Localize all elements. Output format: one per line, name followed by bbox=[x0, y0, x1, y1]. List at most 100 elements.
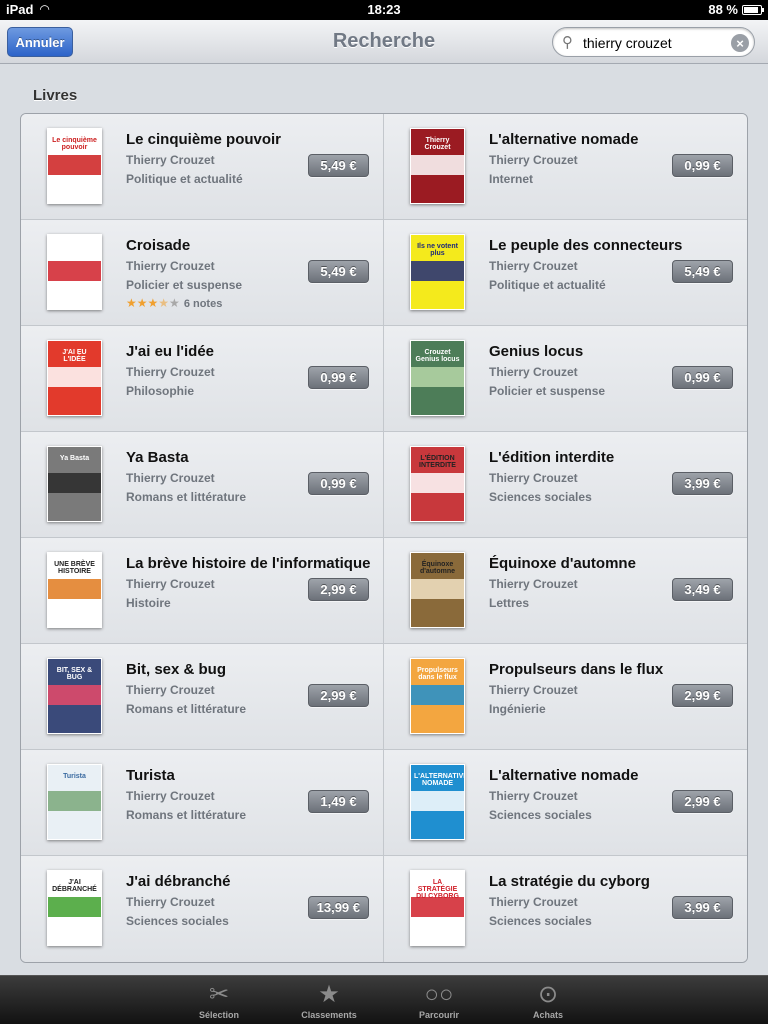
price-button[interactable]: 0,99 € bbox=[308, 366, 369, 389]
book-cover[interactable]: Propulseurs dans le flux bbox=[410, 658, 465, 734]
book-author: Thierry Crouzet bbox=[489, 365, 578, 379]
cover-text: Crouzet Genius locus bbox=[415, 349, 460, 363]
tab-classements[interactable]: ★ Classements bbox=[284, 976, 374, 1024]
book-title: L'alternative nomade bbox=[489, 767, 639, 784]
cover-band bbox=[48, 897, 101, 917]
price-button[interactable]: 2,99 € bbox=[672, 684, 733, 707]
search-input[interactable]: ⚲ thierry crouzet × bbox=[552, 27, 755, 57]
book-item[interactable]: Équinoxe d'automne Équinoxe d'automne Thie… bbox=[384, 538, 747, 644]
price-button[interactable]: 2,99 € bbox=[308, 684, 369, 707]
cover-band bbox=[48, 579, 101, 599]
tab-label: Achats bbox=[532, 1010, 563, 1020]
rating-half-star-icon: ★ bbox=[158, 296, 170, 310]
book-item[interactable]: Ya Basta Ya Basta Thierry Crouzet Romans et… bbox=[21, 432, 384, 538]
book-author: Thierry Crouzet bbox=[126, 153, 215, 167]
book-author: Thierry Crouzet bbox=[489, 577, 578, 591]
book-cover[interactable]: Turista bbox=[47, 764, 102, 840]
tab-parcourir[interactable]: ○○ Parcourir bbox=[394, 976, 484, 1024]
book-author: Thierry Crouzet bbox=[489, 789, 578, 803]
status-bar: iPad ◠ 18:23 88 % bbox=[0, 0, 768, 20]
book-cover[interactable]: BIT, SEX & BUG bbox=[47, 658, 102, 734]
book-category: Sciences sociales bbox=[489, 490, 592, 504]
book-category: Philosophie bbox=[126, 384, 195, 398]
book-cover[interactable]: Équinoxe d'automne bbox=[410, 552, 465, 628]
book-author: Thierry Crouzet bbox=[489, 471, 578, 485]
cover-band bbox=[48, 367, 101, 387]
rating: ★★★★★ 6 notes bbox=[126, 296, 222, 310]
price-button[interactable]: 3,99 € bbox=[672, 472, 733, 495]
book-cover[interactable]: J'AI EU L'IDÉE bbox=[47, 340, 102, 416]
book-item[interactable]: BIT, SEX & BUG Bit, sex & bug Thierry Crou… bbox=[21, 644, 384, 750]
book-grid: Le cinquième pouvoir Le cinquième pouvoir… bbox=[21, 114, 747, 962]
cover-band bbox=[411, 367, 464, 387]
cover-band bbox=[48, 261, 101, 281]
price-button[interactable]: 3,99 € bbox=[672, 896, 733, 919]
price-button[interactable]: 2,99 € bbox=[672, 790, 733, 813]
book-author: Thierry Crouzet bbox=[489, 153, 578, 167]
book-item[interactable]: Thierry Crouzet L'alternative nomade Thier… bbox=[384, 114, 747, 220]
book-title: Le peuple des connecteurs bbox=[489, 237, 683, 254]
price-button[interactable]: 0,99 € bbox=[308, 472, 369, 495]
tab-label: Sélection bbox=[198, 1010, 239, 1020]
book-cover[interactable]: CROISADE bbox=[47, 234, 102, 310]
book-title: Propulseurs dans le flux bbox=[489, 661, 664, 678]
book-item[interactable]: Propulseurs dans le flux Propulseurs dans… bbox=[384, 644, 747, 750]
book-item[interactable]: J'AI DÉBRANCHÉ J'ai débranché Thierry Crou… bbox=[21, 856, 384, 962]
book-item[interactable]: Le cinquième pouvoir Le cinquième pouvoir… bbox=[21, 114, 384, 220]
book-item[interactable]: LA STRATÉGIE DU CYBORG La stratégie du cy… bbox=[384, 856, 747, 962]
price-button[interactable]: 3,49 € bbox=[672, 578, 733, 601]
book-cover[interactable]: Ya Basta bbox=[47, 446, 102, 522]
book-item[interactable]: L'ALTERNATIVE NOMADE L'alternative nomade… bbox=[384, 750, 747, 856]
results-panel: Le cinquième pouvoir Le cinquième pouvoir… bbox=[20, 113, 748, 963]
book-title: L'édition interdite bbox=[489, 449, 615, 466]
price-button[interactable]: 5,49 € bbox=[672, 260, 733, 283]
book-title: La brève histoire de l'informatique bbox=[126, 555, 371, 572]
price-button[interactable]: 13,99 € bbox=[307, 896, 369, 919]
cover-band bbox=[48, 473, 101, 493]
price-button[interactable]: 0,99 € bbox=[672, 366, 733, 389]
battery-icon bbox=[742, 5, 764, 15]
book-category: Histoire bbox=[126, 596, 171, 610]
book-item[interactable]: CROISADE Croisade Thierry Crouzet Policier … bbox=[21, 220, 384, 326]
book-cover[interactable]: Ils ne votent plus bbox=[410, 234, 465, 310]
book-item[interactable]: J'AI EU L'IDÉE J'ai eu l'idée Thierry Crou… bbox=[21, 326, 384, 432]
book-cover[interactable]: Le cinquième pouvoir bbox=[47, 128, 102, 204]
tab-achats[interactable]: ⊙ Achats bbox=[503, 976, 593, 1024]
selection-icon: ✂ bbox=[208, 981, 230, 1008]
book-cover[interactable]: UNE BRÈVE HISTOIRE bbox=[47, 552, 102, 628]
price-button[interactable]: 5,49 € bbox=[308, 260, 369, 283]
cover-band bbox=[411, 685, 464, 705]
book-category: Internet bbox=[489, 172, 534, 186]
book-item[interactable]: L'ÉDITION INTERDITE L'édition interdite Th… bbox=[384, 432, 747, 538]
price-button[interactable]: 2,99 € bbox=[308, 578, 369, 601]
book-cover[interactable]: L'ALTERNATIVE NOMADE bbox=[410, 764, 465, 840]
tab-selection[interactable]: ✂ Sélection bbox=[174, 976, 264, 1024]
book-category: Politique et actualité bbox=[489, 278, 606, 292]
rating-count: 6 notes bbox=[183, 298, 223, 310]
book-item[interactable]: Turista Turista Thierry Crouzet Romans et l… bbox=[21, 750, 384, 856]
book-title: J'ai eu l'idée bbox=[126, 343, 215, 360]
book-title: Bit, sex & bug bbox=[126, 661, 227, 678]
book-author: Thierry Crouzet bbox=[126, 683, 215, 697]
cover-text: Ya Basta bbox=[59, 455, 90, 462]
book-cover[interactable]: LA STRATÉGIE DU CYBORG bbox=[410, 870, 465, 946]
price-button[interactable]: 5,49 € bbox=[308, 154, 369, 177]
cover-band bbox=[411, 261, 464, 281]
price-button[interactable]: 1,49 € bbox=[308, 790, 369, 813]
cover-band bbox=[411, 473, 464, 493]
price-button[interactable]: 0,99 € bbox=[672, 154, 733, 177]
book-item[interactable]: Crouzet Genius locus Genius locus Thierry … bbox=[384, 326, 747, 432]
book-author: Thierry Crouzet bbox=[489, 683, 578, 697]
book-author: Thierry Crouzet bbox=[126, 789, 215, 803]
tab-label: Classements bbox=[301, 1010, 357, 1020]
book-item[interactable]: Ils ne votent plus Le peuple des connecte… bbox=[384, 220, 747, 326]
clock: 18:23 bbox=[367, 2, 401, 17]
book-item[interactable]: UNE BRÈVE HISTOIRE La brève histoire de l… bbox=[21, 538, 384, 644]
clear-search-icon[interactable]: × bbox=[731, 34, 749, 52]
book-author: Thierry Crouzet bbox=[489, 895, 578, 909]
book-cover[interactable]: L'ÉDITION INTERDITE bbox=[410, 446, 465, 522]
book-category: Politique et actualité bbox=[126, 172, 243, 186]
book-cover[interactable]: J'AI DÉBRANCHÉ bbox=[47, 870, 102, 946]
book-cover[interactable]: Crouzet Genius locus bbox=[410, 340, 465, 416]
book-cover[interactable]: Thierry Crouzet bbox=[410, 128, 465, 204]
